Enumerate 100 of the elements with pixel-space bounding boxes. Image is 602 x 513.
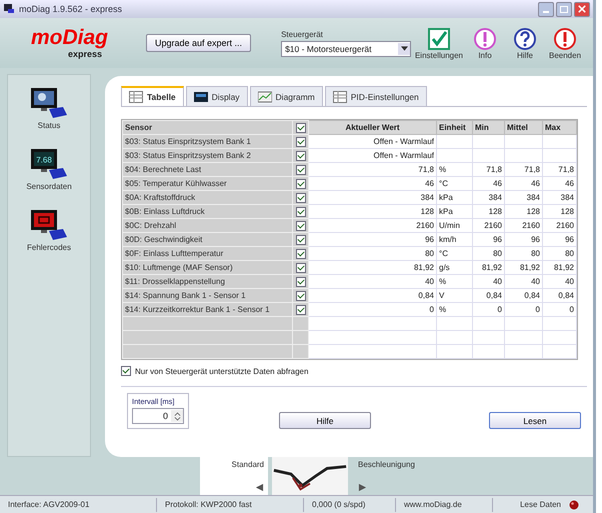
- help-icon: [513, 26, 537, 50]
- column-header[interactable]: Min: [472, 120, 504, 134]
- read-button[interactable]: Lesen: [489, 412, 581, 429]
- table-cell: %: [439, 165, 446, 174]
- table-cell: 96: [565, 235, 574, 244]
- table-cell: 384: [488, 193, 502, 202]
- interval-spinner[interactable]: 0: [132, 408, 184, 424]
- table-cell: 96: [493, 235, 502, 244]
- table-cell: 40: [493, 277, 502, 286]
- next-label: Beschleunigung: [358, 460, 416, 469]
- left-arrow-icon[interactable]: [255, 483, 264, 492]
- checkbox[interactable]: [296, 234, 306, 244]
- tab[interactable]: Display: [186, 86, 248, 106]
- right-arrow-icon[interactable]: [358, 483, 367, 492]
- minimize-button[interactable]: [538, 2, 554, 16]
- table-cell: $0D: Geschwindigkeit: [122, 232, 292, 246]
- table-cell: 81,92: [554, 263, 574, 272]
- checkbox[interactable]: [296, 276, 306, 286]
- column-header[interactable]: Max: [542, 120, 576, 134]
- table-cell: 46: [493, 179, 502, 188]
- table-cell: 0: [430, 305, 434, 314]
- checkbox[interactable]: [296, 220, 306, 230]
- table-cell: 96: [425, 235, 434, 244]
- table-cell: $10: Luftmenge (MAF Sensor): [122, 260, 292, 274]
- table-cell: 80: [425, 249, 434, 258]
- column-header[interactable]: Einheit: [436, 120, 472, 134]
- chart-icon: [258, 90, 272, 102]
- table-cell: 128: [526, 207, 540, 216]
- table-cell: 81,92: [482, 263, 502, 272]
- table-cell: 128: [488, 207, 502, 216]
- column-header[interactable]: Aktueller Wert: [308, 120, 436, 134]
- table-cell: °C: [439, 179, 448, 188]
- checkbox[interactable]: [296, 122, 306, 132]
- table-cell: kPa: [439, 193, 453, 202]
- upgrade-button[interactable]: Upgrade auf expert ...: [146, 34, 252, 52]
- table-cell: 71,8: [486, 165, 502, 174]
- checkbox[interactable]: [296, 262, 306, 272]
- toolbar-button[interactable]: Hilfe: [507, 26, 543, 60]
- checkbox[interactable]: [296, 178, 306, 188]
- sidebar-item[interactable]: Fehlercodes: [26, 209, 72, 252]
- tab[interactable]: Tabelle: [121, 86, 184, 106]
- monitor-icon: [29, 87, 69, 121]
- table-cell: $14: Spannung Bank 1 - Sensor 1: [122, 288, 292, 302]
- maximize-button[interactable]: [556, 2, 572, 16]
- status-text: 0,000 (0 s/spd): [304, 498, 396, 512]
- checkbox[interactable]: [296, 150, 306, 160]
- table-cell: 80: [565, 249, 574, 258]
- sidebar-item[interactable]: 7.68 Sensordaten: [26, 148, 72, 191]
- tab[interactable]: PID-Einstellungen: [324, 86, 427, 106]
- table-cell: 96: [531, 235, 540, 244]
- table-cell: 128: [560, 207, 574, 216]
- checkbox[interactable]: [296, 248, 306, 258]
- table-cell: 71,8: [558, 165, 574, 174]
- checkbox[interactable]: [296, 164, 306, 174]
- table-cell: %: [439, 277, 446, 286]
- checkmark-icon: [426, 26, 451, 50]
- tab[interactable]: Diagramm: [250, 86, 323, 106]
- table-cell: U/min: [439, 221, 460, 230]
- table-cell: 384: [526, 193, 540, 202]
- table-cell: %: [439, 305, 446, 314]
- table-cell: 2160: [556, 221, 574, 230]
- window-title: moDiag 1.9.562 - express: [19, 4, 122, 14]
- close-button[interactable]: [574, 2, 590, 16]
- table-cell: 0: [536, 305, 540, 314]
- table-cell: 2160: [522, 221, 540, 230]
- table-cell: 46: [565, 179, 574, 188]
- status-text: Interface: AGV2009-01: [0, 498, 157, 512]
- column-header[interactable]: Sensor: [122, 120, 292, 134]
- sidebar-item[interactable]: Status: [29, 87, 69, 130]
- toolbar-button[interactable]: Einstellungen: [414, 26, 463, 60]
- table-cell: 0,84: [558, 291, 574, 300]
- table-cell: 0,84: [486, 291, 502, 300]
- table-cell: 0,84: [418, 291, 434, 300]
- table-cell: $0A: Kraftstoffdruck: [122, 190, 292, 204]
- checkbox[interactable]: [296, 192, 306, 202]
- table-cell: 128: [420, 207, 434, 216]
- table-cell: 40: [531, 277, 540, 286]
- status-text: Protokoll: KWP2000 fast: [157, 498, 304, 512]
- ecu-dropdown[interactable]: $10 - Motorsteuergerät: [281, 40, 412, 56]
- caret-icon: [400, 46, 408, 51]
- table-cell: 81,92: [520, 263, 540, 272]
- table-cell: 46: [425, 179, 434, 188]
- checkbox[interactable]: [296, 206, 306, 216]
- monitor-icon: [29, 209, 69, 243]
- toolbar-button[interactable]: Info: [467, 26, 503, 60]
- column-header[interactable]: Mittel: [504, 120, 542, 134]
- table-icon: [129, 91, 143, 103]
- checkbox[interactable]: [296, 290, 306, 300]
- checkbox[interactable]: [121, 366, 131, 376]
- table-cell: Offen - Warmlauf: [374, 151, 434, 160]
- table-cell: $11: Drosselklappenstellung: [122, 274, 292, 288]
- table-cell: kPa: [439, 207, 453, 216]
- help-button[interactable]: Hilfe: [279, 412, 371, 429]
- checkbox[interactable]: [296, 304, 306, 314]
- table-cell: 0: [498, 305, 502, 314]
- checkbox[interactable]: [296, 136, 306, 146]
- table-cell: 71,8: [524, 165, 540, 174]
- toolbar-button[interactable]: Beenden: [547, 26, 583, 60]
- table-cell: $0B: Einlass Luftdruck: [122, 204, 292, 218]
- edition-text: express: [68, 49, 102, 60]
